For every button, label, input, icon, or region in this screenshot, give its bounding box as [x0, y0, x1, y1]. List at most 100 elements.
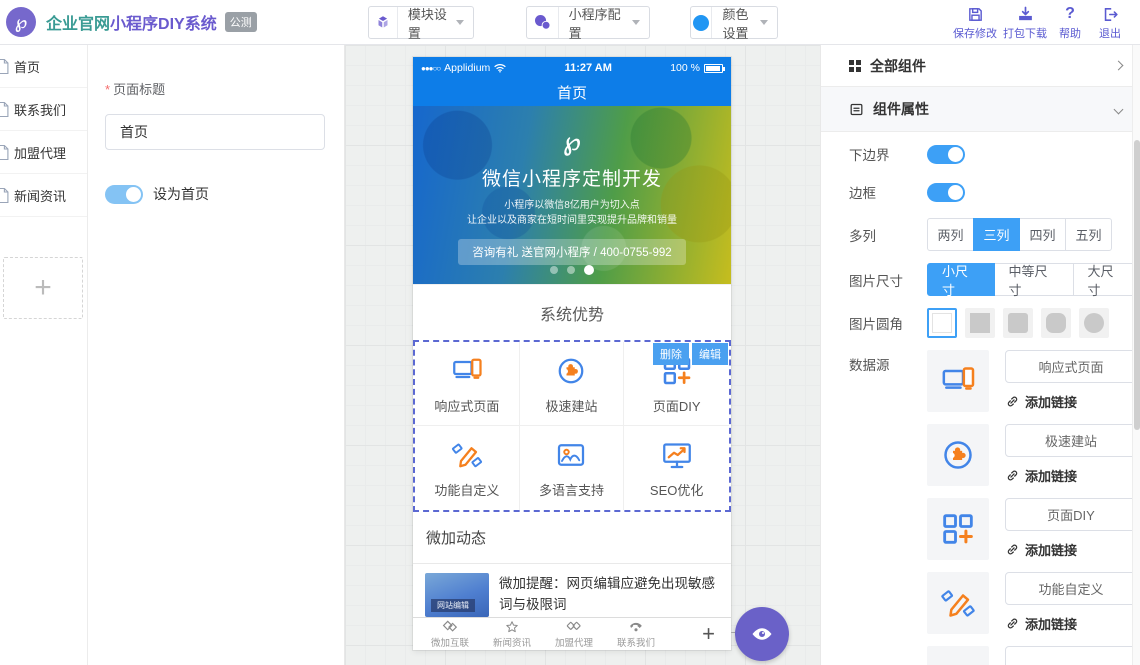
- image-size-option-medium[interactable]: 中等尺寸: [994, 263, 1074, 296]
- datasource-title-input[interactable]: [1005, 350, 1137, 383]
- chevron-down-icon: [456, 20, 464, 25]
- radius-option-large[interactable]: [1041, 308, 1071, 338]
- phone-status-bar: ●●●○○ Applidium 11:27 AM 100 %: [413, 57, 731, 79]
- sidebar-item-news[interactable]: 新闻资讯: [0, 174, 87, 217]
- feature-cell-seo[interactable]: SEO优化: [624, 426, 729, 510]
- help-button[interactable]: ? 帮助: [1050, 3, 1090, 41]
- edit-component-button[interactable]: 编辑: [692, 343, 728, 365]
- image-size-option-large[interactable]: 大尺寸: [1073, 263, 1140, 296]
- scrollbar-thumb[interactable]: [1134, 140, 1140, 430]
- page-title-label: *页面标题: [105, 79, 327, 98]
- miniprogram-config-button[interactable]: 小程序配置: [526, 6, 650, 39]
- sidebar-item-label: 首页: [14, 57, 40, 76]
- bottom-border-toggle[interactable]: [927, 145, 965, 164]
- download-button[interactable]: 打包下载: [1000, 3, 1050, 41]
- radius-option-square[interactable]: [965, 308, 995, 338]
- datasource-title-input[interactable]: [1005, 498, 1137, 531]
- add-link-button[interactable]: 添加链接: [1005, 614, 1137, 633]
- image-size-option-small[interactable]: 小尺寸: [927, 263, 995, 296]
- radius-option-circle[interactable]: [1079, 308, 1109, 338]
- save-icon: [967, 3, 984, 23]
- columns-option-2[interactable]: 两列: [927, 218, 974, 251]
- module-settings-button[interactable]: 模块设置: [368, 6, 474, 39]
- color-circle-icon: [691, 7, 712, 38]
- app-title: 企业官网小程序DIY系统: [46, 10, 217, 34]
- save-label: 保存修改: [953, 25, 997, 41]
- datasource-title-input[interactable]: [1005, 424, 1137, 457]
- page-title-input[interactable]: [105, 114, 325, 150]
- radius-option-small[interactable]: [1003, 308, 1033, 338]
- add-page-button[interactable]: +: [3, 257, 83, 319]
- columns-label: 多列: [849, 225, 927, 245]
- component-props-label: 组件属性: [873, 99, 929, 119]
- delete-component-button[interactable]: 删除: [653, 343, 689, 365]
- border-toggle[interactable]: [927, 183, 965, 202]
- columns-option-4[interactable]: 四列: [1019, 218, 1066, 251]
- set-home-label: 设为首页: [153, 184, 209, 204]
- news-thumbnail: 网站编辑: [425, 573, 489, 617]
- add-link-button[interactable]: 添加链接: [1005, 392, 1137, 411]
- sidebar-item-agency[interactable]: 加盟代理: [0, 131, 87, 174]
- link-icon: [1005, 616, 1020, 631]
- datasource-list: 添加链接 添加链接: [927, 350, 1137, 665]
- add-link-label: 添加链接: [1025, 614, 1077, 633]
- battery-icon: [704, 64, 723, 73]
- carrier-label: Applidium: [444, 62, 490, 74]
- link-icon: [1005, 394, 1020, 409]
- add-link-button[interactable]: 添加链接: [1005, 540, 1137, 559]
- feature-cell-responsive[interactable]: 响应式页面: [415, 342, 520, 426]
- tab-weijia[interactable]: 微加互联: [419, 619, 481, 649]
- fast-build-icon: [553, 353, 589, 389]
- image-radius-options: [927, 308, 1109, 338]
- sidebar-item-home[interactable]: 首页: [0, 45, 87, 88]
- feature-cell-speed[interactable]: 极速建站: [520, 342, 625, 426]
- add-link-button[interactable]: 添加链接: [1005, 466, 1137, 485]
- tab-label: 加盟代理: [555, 635, 593, 649]
- tab-agency[interactable]: 加盟代理: [543, 619, 605, 649]
- components-grid-icon: [849, 60, 861, 72]
- news-item[interactable]: 网站编辑 微加提醒：网页编辑应避免出现敏感词与极限词: [413, 564, 731, 617]
- datasource-title-input[interactable]: [1005, 646, 1137, 665]
- image-size-segmented-control: 小尺寸 中等尺寸 大尺寸: [927, 263, 1140, 296]
- seo-icon: [659, 437, 695, 473]
- hero-banner[interactable]: ℘ 微信小程序定制开发 小程序以微信8亿用户为切入点 让企业以及商家在短时间里实…: [413, 106, 731, 284]
- app-brand: ℘ 企业官网小程序DIY系统 公测: [6, 7, 257, 37]
- image-size-label: 图片尺寸: [849, 270, 927, 290]
- section-title-advantages: 系统优势: [413, 284, 731, 340]
- carousel-dots[interactable]: [413, 266, 731, 275]
- panel-scrollbar[interactable]: [1132, 45, 1140, 665]
- all-components-row[interactable]: 全部组件: [821, 45, 1140, 87]
- chevron-down-icon: [632, 20, 640, 25]
- datasource-icon: [927, 646, 989, 665]
- columns-segmented-control: 两列 三列 四列 五列: [927, 218, 1112, 251]
- hero-cta-pill: 咨询有礼 送官网小程序 / 400-0755-992: [458, 239, 685, 265]
- feature-cell-multilang[interactable]: 多语言支持: [520, 426, 625, 510]
- news-thumbnail-caption: 网站编辑: [431, 599, 475, 612]
- datasource-title-input[interactable]: [1005, 572, 1137, 605]
- component-props-row[interactable]: 组件属性: [821, 87, 1140, 132]
- header-actions: 保存修改 打包下载 ? 帮助 退出: [950, 3, 1130, 41]
- tags-icon: [566, 619, 582, 634]
- save-button[interactable]: 保存修改: [950, 3, 1000, 41]
- page-icon: [0, 144, 10, 161]
- preview-eye-button[interactable]: [735, 607, 789, 661]
- tab-news[interactable]: 新闻资讯: [481, 619, 543, 649]
- tab-contact[interactable]: 联系我们: [605, 619, 667, 649]
- border-label: 边框: [849, 182, 927, 202]
- radius-option-none[interactable]: [927, 308, 957, 338]
- set-home-toggle[interactable]: [105, 185, 143, 204]
- phone-nav-bar: 首页: [413, 79, 731, 106]
- feature-label: 极速建站: [545, 396, 597, 415]
- features-component-selected[interactable]: 删除 编辑 响应式页面 极速建站 页面DIY 功能自定义: [413, 340, 731, 512]
- columns-option-5[interactable]: 五列: [1065, 218, 1112, 251]
- tab-add-button[interactable]: +: [702, 621, 715, 647]
- datasource-item-speed: 添加链接: [927, 424, 1137, 486]
- feature-cell-custom[interactable]: 功能自定义: [415, 426, 520, 510]
- columns-option-3[interactable]: 三列: [973, 218, 1020, 251]
- all-components-label: 全部组件: [870, 56, 926, 76]
- link-icon: [1005, 468, 1020, 483]
- color-settings-button[interactable]: 颜色设置: [690, 6, 778, 39]
- exit-button[interactable]: 退出: [1090, 3, 1130, 41]
- sidebar-item-contact[interactable]: 联系我们: [0, 88, 87, 131]
- required-mark: *: [105, 82, 110, 97]
